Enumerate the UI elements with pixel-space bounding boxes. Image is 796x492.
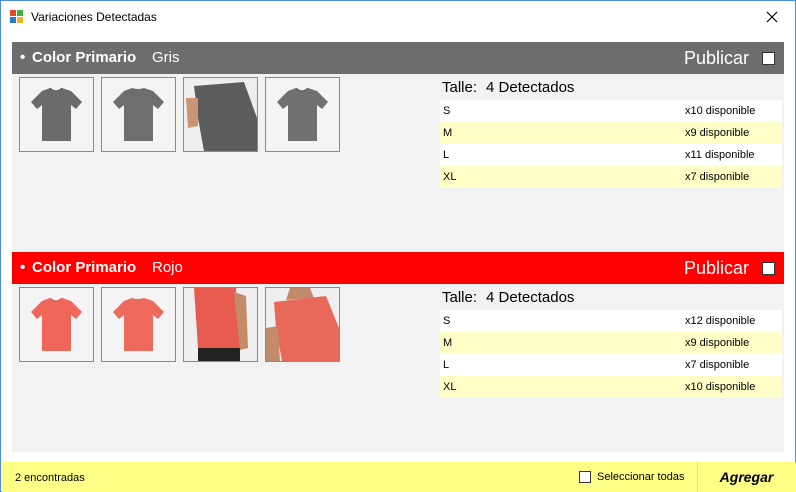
product-image[interactable] [265, 77, 340, 152]
publish-label[interactable]: Publicar [684, 48, 749, 69]
model-back-icon [184, 288, 257, 361]
size-row[interactable]: XL x10 disponible [440, 376, 782, 398]
window-title: Variaciones Detectadas [31, 10, 157, 24]
tshirt-front-icon [31, 297, 82, 351]
model-side-icon [184, 78, 257, 151]
sizes-heading: Talle: 4 Detectados [442, 289, 575, 306]
size-row[interactable]: Mx9 disponible [440, 332, 782, 354]
model-side-icon [266, 288, 339, 361]
variant-color-value: Rojo [152, 259, 183, 276]
tshirt-front-icon [31, 87, 82, 141]
product-image[interactable] [101, 77, 176, 152]
product-image[interactable] [101, 287, 176, 362]
product-image[interactable] [265, 287, 340, 362]
sizes-count: 4 Detectados [486, 79, 575, 96]
variant-color-value: Gris [152, 49, 180, 66]
product-image[interactable] [19, 77, 94, 152]
close-icon [766, 11, 778, 22]
select-all-checkbox[interactable] [579, 471, 591, 483]
size-row[interactable]: Lx11 disponible [440, 144, 782, 166]
publish-checkbox[interactable] [762, 52, 775, 65]
variant-header: • Color Primario Rojo Publicar [12, 252, 784, 284]
variant-label: Color Primario [32, 49, 137, 66]
product-image[interactable] [183, 77, 258, 152]
size-row[interactable]: XL x7 disponible [440, 166, 782, 188]
variant-section-rojo: • Color Primario Rojo Publicar Talle: 4 … [12, 252, 784, 452]
product-image[interactable] [19, 287, 94, 362]
title-bar: Variaciones Detectadas [1, 1, 795, 33]
sizes-heading: Talle: 4 Detectados [442, 79, 575, 96]
sizes-table: Sx12 disponible Mx9 disponible Lx7 dispo… [440, 310, 782, 398]
publish-checkbox[interactable] [762, 262, 775, 275]
variants-panel[interactable]: • Color Primario Gris Publicar Talle: 4 … [12, 42, 784, 452]
close-button[interactable] [749, 1, 795, 32]
variant-header: • Color Primario Gris Publicar [12, 42, 784, 74]
tshirt-back-icon [113, 88, 164, 141]
variant-section-gris: • Color Primario Gris Publicar Talle: 4 … [12, 42, 784, 242]
tshirt-back-icon [113, 298, 164, 351]
product-image[interactable] [183, 287, 258, 362]
app-icon [10, 10, 24, 24]
select-all-label[interactable]: Seleccionar todas [597, 471, 684, 483]
sizes-count: 4 Detectados [486, 289, 575, 306]
add-button[interactable]: Agregar [697, 462, 795, 492]
sizes-table: Sx10 disponible Mx9 disponible Lx11 disp… [440, 100, 782, 188]
variaciones-window: Variaciones Detectadas • Color Primario … [0, 0, 796, 492]
tshirt-front-icon [277, 87, 328, 141]
variant-label: Color Primario [32, 259, 137, 276]
found-count: 2 encontradas [15, 472, 85, 484]
publish-label[interactable]: Publicar [684, 258, 749, 279]
footer-bar: 2 encontradas Seleccionar todas Agregar [2, 462, 796, 492]
size-row[interactable]: Mx9 disponible [440, 122, 782, 144]
size-row[interactable]: Sx12 disponible [440, 310, 782, 332]
size-row[interactable]: Lx7 disponible [440, 354, 782, 376]
size-row[interactable]: Sx10 disponible [440, 100, 782, 122]
